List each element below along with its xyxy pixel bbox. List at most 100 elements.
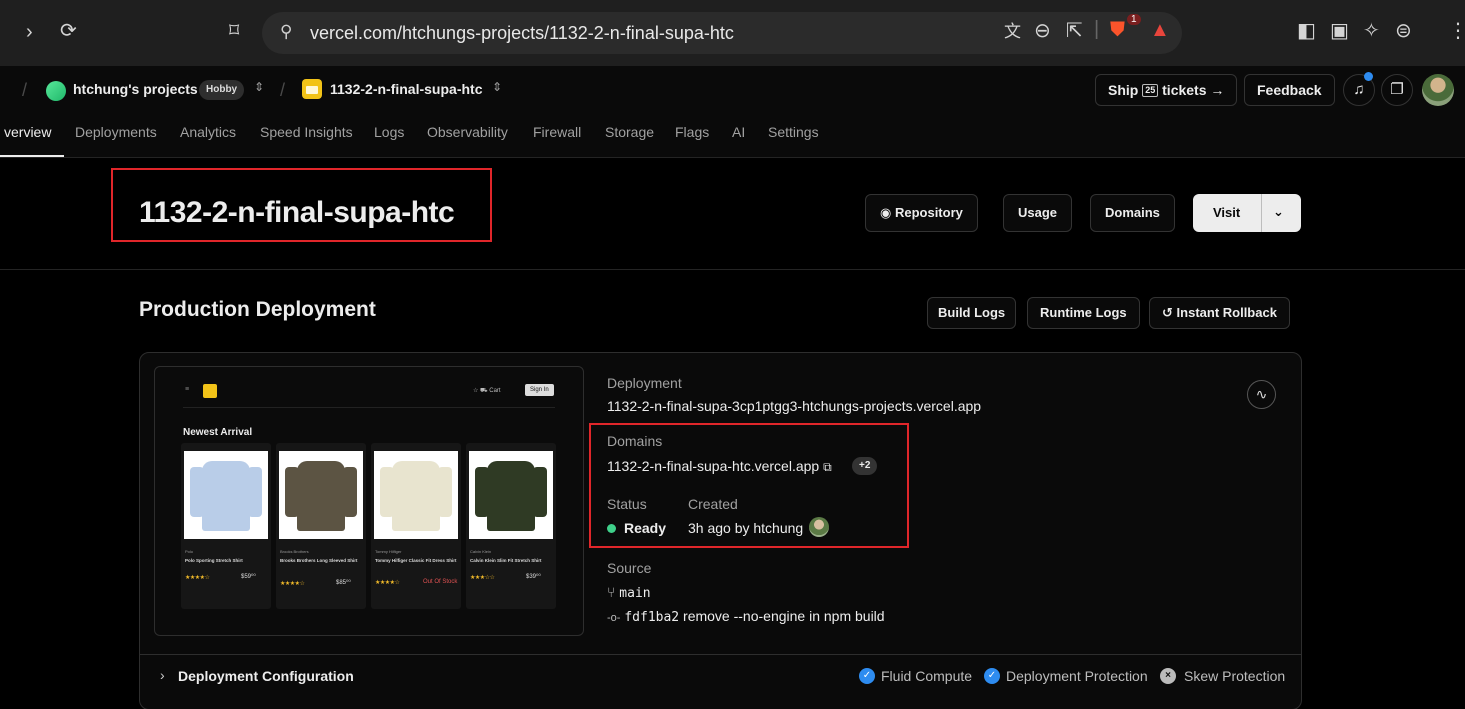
shirt-image — [190, 461, 262, 531]
preview-divider — [183, 407, 555, 408]
branch[interactable]: ⑂ main — [607, 584, 651, 601]
status-ready-dot — [607, 524, 616, 533]
tab-overview[interactable]: verview — [4, 124, 51, 140]
share-icon[interactable]: ⇱ — [1066, 21, 1083, 41]
check-icon: ✓ — [859, 668, 875, 684]
card-divider — [140, 654, 1301, 655]
visit-button[interactable]: Visit ⌄ — [1193, 194, 1301, 232]
activity-icon[interactable]: ∿ — [1247, 380, 1276, 409]
menu-icon[interactable]: ⋮ — [1448, 21, 1465, 41]
project-name-crumb[interactable]: 1132-2-n-final-supa-htc — [330, 81, 482, 97]
rating-stars: ★★★★☆ — [185, 575, 210, 581]
deployment-preview[interactable]: ≡ ☆ ⛟ Cart Sign In Newest Arrival Polo P… — [154, 366, 584, 636]
notification-dot — [1364, 72, 1373, 81]
runtime-logs-button[interactable]: Runtime Logs — [1027, 297, 1140, 329]
plan-badge: Hobby — [199, 80, 245, 100]
user-avatar[interactable] — [1422, 74, 1454, 106]
external-link-icon: ⧉ — [823, 460, 832, 474]
source-label: Source — [607, 560, 652, 576]
status-label: Status — [607, 496, 647, 512]
product-card: Brooks Brothers Brooks Brothers Long Sle… — [276, 443, 366, 609]
tab-observability[interactable]: Observability — [427, 124, 508, 140]
git-commit-icon: -o- — [607, 612, 621, 624]
tab-storage[interactable]: Storage — [605, 124, 654, 140]
domains-label: Domains — [607, 433, 663, 449]
commit[interactable]: -o- fdf1ba2 remove --no-engine in npm bu… — [607, 608, 885, 625]
created-label: Created — [688, 496, 738, 512]
tab-firewall[interactable]: Firewall — [533, 124, 581, 140]
team-switcher-icon[interactable]: ⇕ — [254, 80, 264, 94]
repository-button[interactable]: ◉ Repository — [865, 194, 978, 232]
vpn-icon[interactable]: ⊜ — [1395, 21, 1412, 41]
project-icon — [302, 79, 322, 99]
breadcrumb-separator: / — [22, 80, 28, 100]
toolbar-separator: | — [1094, 18, 1100, 40]
docs-icon[interactable]: ❐ — [1381, 74, 1413, 106]
more-domains-badge[interactable]: +2 — [852, 457, 878, 475]
preview-heading: Newest Arrival — [183, 427, 253, 438]
translate-icon[interactable]: 文 — [1004, 22, 1021, 42]
product-image — [469, 451, 553, 539]
product-image — [184, 451, 268, 539]
bookmark-icon[interactable]: ⌑ — [229, 21, 239, 41]
product-card: Tommy Hilfiger Tommy Hilfiger Classic Fi… — [371, 443, 461, 609]
tab-settings[interactable]: Settings — [768, 124, 819, 140]
chevron-down-icon[interactable]: ⌄ — [1273, 193, 1284, 231]
domains-button[interactable]: Domains — [1090, 194, 1175, 232]
brave-rewards-icon[interactable]: ▲ — [1150, 20, 1170, 40]
fluid-compute-label: Fluid Compute — [881, 668, 973, 684]
app-header: / htchung's projects Hobby ⇕ / 1132-2-n-… — [0, 66, 1465, 158]
tab-speed-insights[interactable]: Speed Insights — [260, 124, 353, 140]
instant-rollback-button[interactable]: ↺ Instant Rollback — [1149, 297, 1290, 329]
project-switcher-icon[interactable]: ⇕ — [492, 80, 502, 94]
chevron-right-icon[interactable]: › — [160, 667, 165, 683]
deployment-protection-label: Deployment Protection — [1006, 668, 1148, 684]
team-avatar[interactable] — [46, 81, 66, 101]
preview-menu-icon: ≡ — [185, 386, 190, 393]
ship-tickets-button[interactable]: Ship 25 tickets → — [1095, 74, 1238, 106]
deployment-url[interactable]: 1132-2-n-final-supa-3cp1ptgg3-htchungs-p… — [607, 398, 981, 414]
github-icon: ◉ — [880, 205, 892, 220]
visit-split-divider — [1261, 194, 1262, 232]
url-text: vercel.com/htchungs-projects/1132-2-n-fi… — [310, 23, 734, 43]
product-image — [374, 451, 458, 539]
deployment-configuration-toggle[interactable]: Deployment Configuration — [178, 668, 354, 684]
tab-logs[interactable]: Logs — [374, 124, 404, 140]
zoom-icon[interactable]: ⊖ — [1034, 21, 1051, 41]
tab-flags[interactable]: Flags — [675, 124, 709, 140]
rating-stars: ★★★★☆ — [375, 580, 400, 586]
build-logs-button[interactable]: Build Logs — [927, 297, 1017, 329]
created-value: 3h ago by htchung — [688, 520, 804, 536]
sidebar-icon[interactable]: ◧ — [1297, 21, 1316, 41]
wallet-icon[interactable]: ▣ — [1330, 21, 1349, 41]
product-image — [279, 451, 363, 539]
site-settings-icon[interactable]: ⚲ — [280, 22, 292, 42]
creator-avatar[interactable] — [809, 517, 829, 537]
git-branch-icon: ⑂ — [607, 584, 616, 600]
product-card: Polo Polo Sporting Stretch Shirt ★★★★☆ $… — [181, 443, 271, 609]
deployment-label: Deployment — [607, 375, 682, 391]
usage-button[interactable]: Usage — [1003, 194, 1073, 232]
leo-ai-icon[interactable]: ✧ — [1363, 21, 1380, 41]
product-card: Calvin Klein Calvin Klein Slim Fit Stret… — [466, 443, 556, 609]
preview-cart: ☆ ⛟ Cart — [473, 388, 501, 394]
reload-icon[interactable]: ⟳ — [60, 21, 77, 41]
browser-toolbar: › ⟳ ⌑ ⚲ vercel.com/htchungs-projects/113… — [0, 0, 1465, 66]
rating-stars: ★★★☆☆ — [470, 575, 495, 581]
preview-logo — [203, 384, 217, 398]
rollback-icon: ↺ — [1162, 305, 1173, 320]
team-name[interactable]: htchung's projects — [73, 81, 198, 97]
brave-badge: 1 — [1127, 14, 1141, 25]
feedback-button[interactable]: Feedback — [1244, 74, 1335, 106]
shirt-image — [285, 461, 357, 531]
domain-url[interactable]: 1132-2-n-final-supa-htc.vercel.app ⧉ — [607, 458, 832, 475]
brave-shield-icon[interactable]: ⛊ — [1110, 20, 1125, 40]
forward-icon[interactable]: › — [26, 22, 33, 42]
tab-ai[interactable]: AI — [732, 124, 745, 140]
tab-analytics[interactable]: Analytics — [180, 124, 236, 140]
x-circle-icon: × — [1160, 668, 1176, 684]
status-badge: Ready — [624, 520, 667, 536]
section-title: Production Deployment — [139, 298, 376, 321]
shirt-image — [475, 461, 547, 531]
tab-deployments[interactable]: Deployments — [75, 124, 157, 140]
